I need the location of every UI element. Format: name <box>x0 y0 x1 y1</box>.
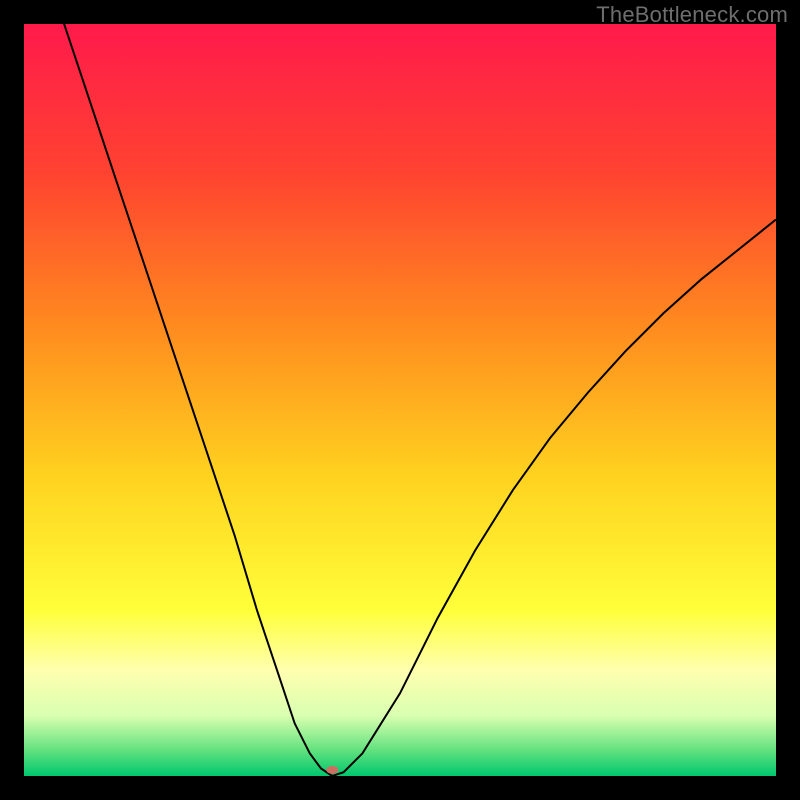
watermark-text: TheBottleneck.com <box>596 2 788 28</box>
gradient-background <box>24 24 776 776</box>
chart-frame <box>24 24 776 776</box>
bottleneck-chart <box>24 24 776 776</box>
optimum-marker <box>326 766 338 774</box>
